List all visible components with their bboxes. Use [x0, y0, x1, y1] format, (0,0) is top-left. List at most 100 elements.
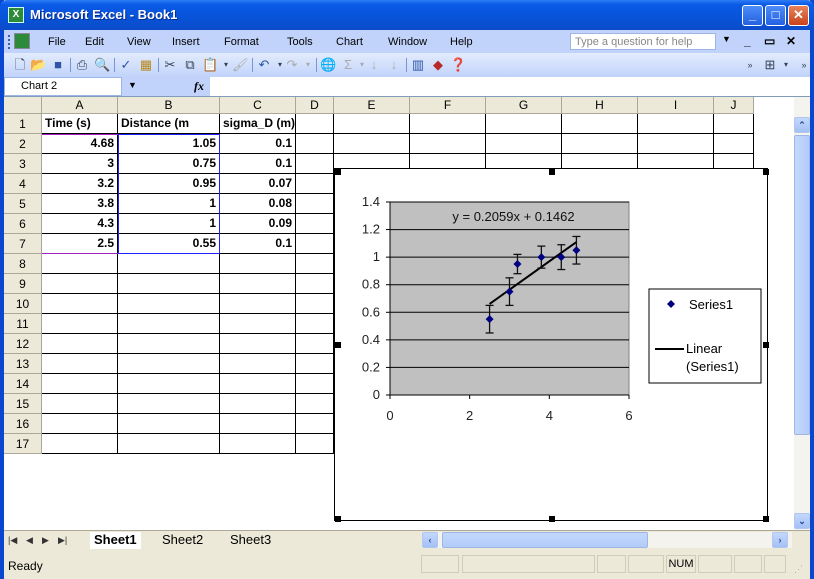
redo-dropdown-icon[interactable]: ▾: [300, 57, 316, 73]
column-header-f[interactable]: F: [410, 97, 486, 114]
cell-e1[interactable]: [334, 114, 410, 134]
research-icon[interactable]: ▦: [138, 57, 154, 73]
workbook-restore-button[interactable]: ▭: [764, 34, 775, 48]
cell-d4[interactable]: [296, 174, 334, 194]
horizontal-scrollbar[interactable]: ‹ ›: [422, 532, 792, 548]
cell-d13[interactable]: [296, 354, 334, 374]
row-header-14[interactable]: 14: [4, 374, 42, 394]
cell-a14[interactable]: [42, 374, 118, 394]
cell-c13[interactable]: [220, 354, 296, 374]
cell-c8[interactable]: [220, 254, 296, 274]
select-all-button[interactable]: [4, 97, 42, 114]
cell-b13[interactable]: [118, 354, 220, 374]
cell-a2[interactable]: 4.68: [42, 134, 118, 154]
cell-c5[interactable]: 0.08: [220, 194, 296, 214]
cell-c6[interactable]: 0.09: [220, 214, 296, 234]
cell-a16[interactable]: [42, 414, 118, 434]
cell-b1[interactable]: Distance (m: [118, 114, 220, 134]
first-sheet-button[interactable]: |◀: [8, 535, 17, 546]
hyperlink-icon[interactable]: 🌐: [320, 57, 336, 73]
toolbar-options-icon-2[interactable]: »: [796, 57, 812, 73]
cell-i1[interactable]: [638, 114, 714, 134]
cell-b5[interactable]: 1: [118, 194, 220, 214]
cell-b14[interactable]: [118, 374, 220, 394]
cell-h1[interactable]: [562, 114, 638, 134]
toolbar-options-icon[interactable]: »: [742, 57, 758, 73]
cell-a1[interactable]: Time (s): [42, 114, 118, 134]
cell-a17[interactable]: [42, 434, 118, 454]
tab-sheet3[interactable]: Sheet3: [226, 532, 275, 549]
drawing-icon[interactable]: ◆: [430, 57, 446, 73]
row-header-11[interactable]: 11: [4, 314, 42, 334]
workbook-minimize-button[interactable]: _: [744, 34, 751, 48]
cell-b16[interactable]: [118, 414, 220, 434]
cell-g1[interactable]: [486, 114, 562, 134]
chart-object[interactable]: 0 0.2 0.4 0.6 0.8 1 1.2 1.4 0 2 4 6 y = 0.2059x + 0.…: [334, 168, 769, 522]
toolbar-grip[interactable]: [8, 35, 11, 49]
borders-dropdown-icon[interactable]: ▾: [778, 57, 794, 73]
cell-c2[interactable]: 0.1: [220, 134, 296, 154]
cell-j2[interactable]: [714, 134, 754, 154]
minimize-button[interactable]: _: [742, 5, 763, 26]
cell-d15[interactable]: [296, 394, 334, 414]
scroll-right-button[interactable]: ›: [772, 532, 788, 548]
row-header-13[interactable]: 13: [4, 354, 42, 374]
vertical-scroll-thumb[interactable]: [794, 135, 810, 435]
cell-d6[interactable]: [296, 214, 334, 234]
cell-d8[interactable]: [296, 254, 334, 274]
column-header-g[interactable]: G: [486, 97, 562, 114]
close-button[interactable]: ✕: [788, 5, 809, 26]
row-header-2[interactable]: 2: [4, 134, 42, 154]
cell-j1[interactable]: [714, 114, 754, 134]
chart-resize-handle[interactable]: [549, 516, 555, 522]
spelling-icon[interactable]: ✓: [118, 57, 134, 73]
sort-ascending-icon[interactable]: ↓: [366, 57, 382, 73]
cell-e2[interactable]: [334, 134, 410, 154]
chart-resize-handle[interactable]: [763, 169, 769, 175]
cell-a9[interactable]: [42, 274, 118, 294]
row-header-6[interactable]: 6: [4, 214, 42, 234]
menu-insert[interactable]: Insert: [172, 36, 200, 48]
cell-c12[interactable]: [220, 334, 296, 354]
cell-a7[interactable]: 2.5: [42, 234, 118, 254]
row-header-15[interactable]: 15: [4, 394, 42, 414]
cell-d5[interactable]: [296, 194, 334, 214]
cell-c4[interactable]: 0.07: [220, 174, 296, 194]
cell-d16[interactable]: [296, 414, 334, 434]
excel-app-icon[interactable]: X: [8, 7, 24, 23]
column-header-d[interactable]: D: [296, 97, 334, 114]
cell-c10[interactable]: [220, 294, 296, 314]
workbook-close-button[interactable]: ✕: [786, 34, 796, 48]
row-header-10[interactable]: 10: [4, 294, 42, 314]
save-icon[interactable]: ■: [50, 57, 66, 73]
name-box-dropdown-icon[interactable]: ▼: [128, 80, 137, 90]
cell-b15[interactable]: [118, 394, 220, 414]
chart-resize-handle[interactable]: [335, 516, 341, 522]
cell-a6[interactable]: 4.3: [42, 214, 118, 234]
row-header-1[interactable]: 1: [4, 114, 42, 134]
column-header-i[interactable]: I: [638, 97, 714, 114]
row-header-17[interactable]: 17: [4, 434, 42, 454]
menu-window[interactable]: Window: [388, 36, 427, 48]
open-icon[interactable]: 📂: [30, 57, 46, 73]
resize-grip-icon[interactable]: ⋰: [794, 564, 803, 575]
column-header-e[interactable]: E: [334, 97, 410, 114]
workbook-icon[interactable]: [14, 33, 30, 49]
cell-i2[interactable]: [638, 134, 714, 154]
tab-sheet1[interactable]: Sheet1: [90, 532, 141, 549]
cell-a10[interactable]: [42, 294, 118, 314]
cell-c17[interactable]: [220, 434, 296, 454]
menu-edit[interactable]: Edit: [85, 36, 104, 48]
undo-icon[interactable]: ↶: [256, 57, 272, 73]
chart-resize-handle[interactable]: [335, 169, 341, 175]
cell-b4[interactable]: 0.95: [118, 174, 220, 194]
cell-a3[interactable]: 3: [42, 154, 118, 174]
row-header-7[interactable]: 7: [4, 234, 42, 254]
cell-d1[interactable]: [296, 114, 334, 134]
scroll-up-button[interactable]: ⌃: [794, 117, 810, 133]
sort-descending-icon[interactable]: ↓: [386, 57, 402, 73]
cell-a12[interactable]: [42, 334, 118, 354]
cell-d17[interactable]: [296, 434, 334, 454]
print-preview-icon[interactable]: 🔍: [94, 57, 110, 73]
row-header-9[interactable]: 9: [4, 274, 42, 294]
